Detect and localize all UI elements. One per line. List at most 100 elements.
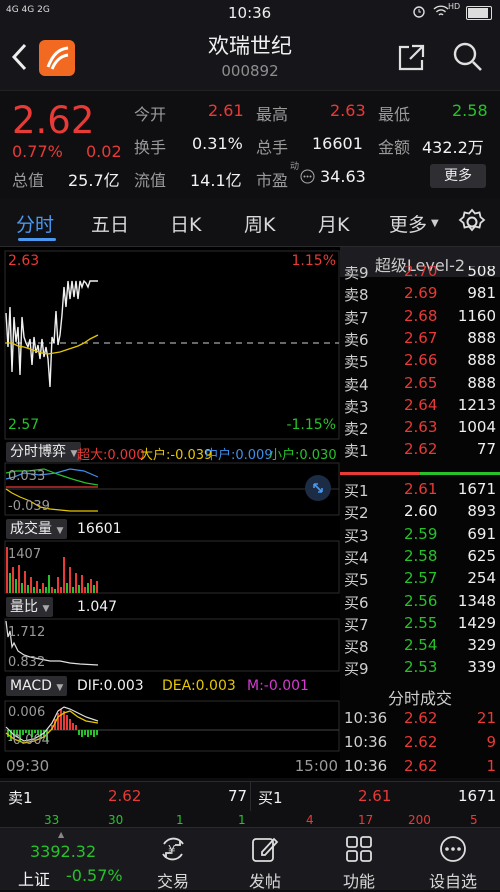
- sell-order-row[interactable]: 卖3 2.64 1213: [340, 396, 500, 418]
- sell-order-row[interactable]: 卖6 2.67 888: [340, 329, 500, 351]
- alarm-icon: [412, 4, 426, 21]
- order-level-label: 卖6: [344, 330, 369, 349]
- macd-indicator-selector[interactable]: MACD ▼: [6, 676, 68, 696]
- order-level-label: 买1: [344, 482, 369, 500]
- order-price: 2.57: [404, 569, 438, 588]
- time-start: 09:30: [6, 757, 50, 775]
- nav-post[interactable]: 发帖: [220, 828, 310, 891]
- buy-order-row[interactable]: 买5 2.57 254: [340, 569, 500, 591]
- order-volume: 339: [467, 658, 496, 677]
- game-label: 分时博弈: [10, 444, 66, 460]
- sell-order-row[interactable]: 卖9 2.70 508: [340, 266, 500, 284]
- order-volume: 888: [467, 328, 496, 347]
- pe-value: 34.63: [320, 167, 366, 186]
- pe-label: 市盈: [256, 171, 289, 190]
- index-change: -0.57%: [66, 866, 123, 885]
- trade-time: 10:36: [344, 757, 388, 775]
- tab-weekly-k[interactable]: 周K: [244, 210, 275, 237]
- volume-indicator-selector[interactable]: 成交量 ▼: [6, 519, 68, 539]
- buy-order-row[interactable]: 买3 2.59 691: [340, 525, 500, 547]
- sell-order-row[interactable]: 卖1 2.62 77: [340, 440, 500, 462]
- game-indicator-selector[interactable]: 分时博弈 ▼: [6, 442, 82, 462]
- sell-order-row[interactable]: 卖7 2.68 1160: [340, 307, 500, 329]
- macd-dea: DEA:0.003: [162, 678, 236, 694]
- sell-order-row[interactable]: 卖4 2.65 888: [340, 374, 500, 396]
- open-label: 今开: [134, 105, 167, 124]
- buy1-label: 买1: [258, 789, 283, 807]
- queue-2: 30: [108, 813, 124, 827]
- sell-order-row[interactable]: 卖2 2.63 1004: [340, 418, 500, 440]
- tab-more[interactable]: 更多: [389, 210, 427, 237]
- order-volume: 888: [467, 373, 496, 392]
- pe-superscript: 动: [290, 162, 300, 172]
- index-value: 3392.32: [30, 842, 97, 861]
- amount-label: 金额: [378, 138, 411, 157]
- chevron-down-icon: ▼: [431, 218, 439, 229]
- search-icon[interactable]: [452, 41, 484, 77]
- buy-order-row[interactable]: 买4 2.58 625: [340, 547, 500, 569]
- ratio-indicator-selector[interactable]: 量比 ▼: [6, 597, 54, 617]
- buy-order-row[interactable]: 买6 2.56 1348: [340, 592, 500, 614]
- queue-7: 200: [408, 813, 431, 827]
- nav-add-watchlist[interactable]: 设自选: [408, 828, 498, 891]
- sell-order-row[interactable]: 卖8 2.69 981: [340, 284, 500, 306]
- queue-5: 4: [306, 813, 314, 827]
- share-icon[interactable]: [396, 42, 426, 76]
- order-price: 2.59: [404, 524, 438, 543]
- order-volume: 1213: [457, 395, 496, 414]
- quote-panel: 2.62 0.77% 0.02 总值 25.7亿 今开 2.61 最高 2.63…: [0, 90, 500, 199]
- ratio-value: 1.047: [77, 599, 118, 615]
- buy-order-row[interactable]: 买7 2.55 1429: [340, 614, 500, 636]
- chevron-up-icon: ▲: [58, 830, 65, 839]
- volume-axis-top: 1407: [8, 547, 42, 562]
- turnover-value: 0.31%: [192, 134, 243, 153]
- order-level-label: 买7: [344, 615, 369, 634]
- order-price: 2.56: [404, 591, 438, 610]
- grid-icon: [346, 836, 372, 862]
- chart-canvas: [4, 250, 340, 752]
- more-button[interactable]: 更多: [430, 164, 486, 188]
- trades-title: 分时成交: [387, 689, 452, 708]
- trade-volume: 1: [486, 757, 496, 775]
- macd-axis-top: 0.006: [8, 705, 46, 720]
- tab-daily-k[interactable]: 日K: [170, 210, 201, 237]
- sell-order-row[interactable]: 卖5 2.66 888: [340, 351, 500, 373]
- order-volume: 625: [467, 546, 496, 565]
- trade-time: 10:36: [344, 709, 388, 727]
- best-quote-bar: 卖1 2.62 77 买1 2.61 1671: [0, 781, 500, 812]
- order-price: 2.68: [404, 306, 438, 325]
- period-tabs: 分时 五日 日K 周K 月K 更多 ▼: [0, 198, 500, 247]
- tab-intraday[interactable]: 分时: [16, 210, 54, 237]
- low-label: 最低: [378, 105, 411, 124]
- sell1-price: 2.62: [108, 787, 142, 805]
- divider: [250, 782, 251, 812]
- buy-order-row[interactable]: 买9 2.53 339: [340, 658, 500, 680]
- order-volume: 1004: [457, 418, 496, 437]
- tab-monthly-k[interactable]: 月K: [318, 210, 349, 237]
- macd-m: M:-0.001: [247, 678, 309, 694]
- buy1-vol: 1671: [458, 787, 497, 805]
- gear-icon[interactable]: [458, 208, 486, 240]
- volume-label: 成交量: [10, 521, 52, 537]
- nav-trade[interactable]: ¥ 交易: [128, 828, 218, 891]
- battery-icon: [466, 6, 492, 20]
- order-price: 2.60: [404, 502, 438, 521]
- index-ticker[interactable]: ▲ 3392.32 上证 -0.57%: [0, 828, 128, 890]
- intraday-chart[interactable]: 2.63 1.15% 2.57 -1.15% 分时博弈 ▼ 超大:0.000 大…: [0, 247, 340, 778]
- sell1-vol: 77: [228, 787, 248, 805]
- pe-info-icon[interactable]: [300, 169, 315, 188]
- order-volume: 1429: [457, 613, 496, 632]
- buy-order-row[interactable]: 买1 2.61 1671: [340, 480, 500, 502]
- tab-five-day[interactable]: 五日: [91, 210, 129, 237]
- buy-order-row[interactable]: 买2 2.60 893: [340, 502, 500, 524]
- wifi-icon: [433, 4, 449, 21]
- game-axis-bottom: -0.039: [8, 499, 50, 514]
- nav-functions[interactable]: 功能: [314, 828, 404, 891]
- float-value: 14.1亿: [190, 171, 242, 190]
- status-bar: 4G 4G 2G 10:36 HD: [0, 0, 500, 26]
- expand-icon[interactable]: [305, 475, 331, 501]
- buy-order-row[interactable]: 买8 2.54 329: [340, 636, 500, 658]
- macd-axis-bottom: -0.004: [8, 733, 50, 748]
- trades-list: 10:36 2.62 21 10:36 2.62 9 10:36 2.62 1: [340, 709, 500, 778]
- index-name: 上证: [18, 870, 51, 889]
